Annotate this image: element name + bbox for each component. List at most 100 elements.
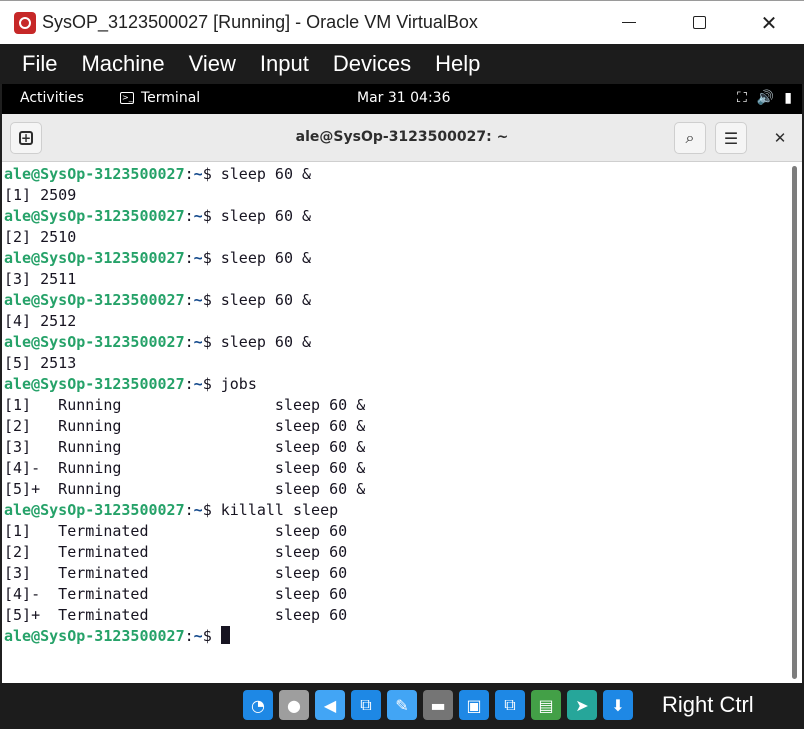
- command-text: killall sleep: [220, 501, 339, 519]
- clock[interactable]: Mar 31 04:36: [357, 90, 450, 106]
- output-line: [2] 2510: [4, 228, 77, 246]
- close-icon: ✕: [760, 10, 778, 35]
- output-line: [4] 2512: [4, 312, 77, 330]
- prompt-path: ~: [193, 165, 203, 183]
- output-line: [3] Terminated sleep 60: [4, 564, 348, 582]
- command-text: sleep 60 &: [220, 249, 312, 267]
- text-cursor: [220, 626, 230, 644]
- mouse-integration-icon[interactable]: ➤: [567, 690, 597, 720]
- prompt-separator: :: [184, 249, 194, 267]
- network-icon: ⛶: [737, 90, 747, 106]
- hamburger-icon: ☰: [723, 128, 739, 148]
- cpu-icon[interactable]: ▤: [531, 690, 561, 720]
- prompt-user: ale@SysOp-3123500027: [4, 291, 185, 309]
- prompt-symbol: $: [202, 249, 221, 267]
- system-tray[interactable]: ⛶ 🔊 ▮: [737, 90, 792, 106]
- minimize-icon: [622, 22, 636, 23]
- output-line: [4]- Terminated sleep 60: [4, 585, 348, 603]
- maximize-icon: [692, 16, 706, 29]
- hard-disk-icon[interactable]: ◔: [243, 690, 273, 720]
- prompt-line: ale@SysOp-3123500027:~$ sleep 60 &: [4, 332, 788, 353]
- prompt-separator: :: [184, 501, 194, 519]
- prompt-symbol: $: [202, 207, 221, 225]
- prompt-separator: :: [184, 333, 194, 351]
- menu-input[interactable]: Input: [248, 51, 321, 77]
- prompt-path: ~: [193, 501, 203, 519]
- prompt-separator: :: [184, 165, 194, 183]
- prompt-line: ale@SysOp-3123500027:~$: [4, 626, 788, 647]
- battery-icon: ▮: [784, 90, 792, 106]
- prompt-user: ale@SysOp-3123500027: [4, 249, 185, 267]
- minimize-button[interactable]: [594, 1, 664, 45]
- scrollbar-thumb[interactable]: [792, 166, 797, 679]
- prompt-user: ale@SysOp-3123500027: [4, 333, 185, 351]
- prompt-symbol: $: [202, 501, 221, 519]
- menu-file[interactable]: File: [10, 51, 69, 77]
- close-icon: ✕: [773, 129, 787, 147]
- output-line: [1] Running sleep 60 &: [4, 396, 366, 414]
- keyboard-icon[interactable]: ⬇: [603, 690, 633, 720]
- prompt-symbol: $: [202, 375, 221, 393]
- usb-icon[interactable]: ✎: [387, 690, 417, 720]
- window-title: SysOP_3123500027 [Running] - Oracle VM V…: [42, 12, 478, 32]
- menu-machine[interactable]: Machine: [69, 51, 176, 77]
- output-line: [1] 2509: [4, 186, 77, 204]
- command-text: sleep 60 &: [220, 165, 312, 183]
- network-icon[interactable]: ⧉: [351, 690, 381, 720]
- video-capture-icon[interactable]: ⧉: [495, 690, 525, 720]
- prompt-separator: :: [184, 375, 194, 393]
- prompt-path: ~: [193, 249, 203, 267]
- prompt-symbol: $: [202, 627, 221, 645]
- prompt-path: ~: [193, 375, 203, 393]
- terminal-header-bar: + ale@SysOp-3123500027: ~ ⌕ ☰ ✕: [2, 114, 802, 162]
- command-text: sleep 60 &: [220, 333, 312, 351]
- virtualbox-status-bar: ◔ ● ◀ ⧉ ✎ ▬ ▣ ⧉ ▤ ➤ ⬇ Right Ctrl: [0, 683, 804, 729]
- app-menu-terminal[interactable]: >_ Terminal: [120, 90, 200, 106]
- search-button[interactable]: ⌕: [674, 122, 706, 154]
- prompt-separator: :: [184, 627, 194, 645]
- terminal-output[interactable]: ale@SysOp-3123500027:~$ sleep 60 & [1] 25…: [2, 162, 788, 683]
- prompt-line: ale@SysOp-3123500027:~$ killall sleep: [4, 500, 788, 521]
- command-text: sleep 60 &: [220, 207, 312, 225]
- prompt-path: ~: [193, 627, 203, 645]
- optical-drive-icon[interactable]: ●: [279, 690, 309, 720]
- menu-help[interactable]: Help: [423, 51, 492, 77]
- terminal-scrollbar[interactable]: [788, 162, 802, 683]
- virtualbox-app-icon: [14, 11, 36, 34]
- prompt-line: ale@SysOp-3123500027:~$ sleep 60 &: [4, 248, 788, 269]
- menu-devices[interactable]: Devices: [321, 51, 423, 77]
- gnome-top-bar: Activities >_ Terminal Mar 31 04:36 ⛶ 🔊 …: [2, 84, 802, 114]
- output-line: [3] Running sleep 60 &: [4, 438, 366, 456]
- virtualbox-menu-bar: File Machine View Input Devices Help: [0, 44, 804, 84]
- app-menu-label: Terminal: [141, 90, 201, 106]
- volume-icon: 🔊: [756, 90, 775, 106]
- output-line: [2] Running sleep 60 &: [4, 417, 366, 435]
- shared-folders-icon[interactable]: ▬: [423, 690, 453, 720]
- command-text: jobs: [220, 375, 257, 393]
- output-line: [4]- Running sleep 60 &: [4, 459, 366, 477]
- prompt-line: ale@SysOp-3123500027:~$ jobs: [4, 374, 788, 395]
- prompt-symbol: $: [202, 291, 221, 309]
- prompt-user: ale@SysOp-3123500027: [4, 207, 185, 225]
- output-line: [5]+ Running sleep 60 &: [4, 480, 366, 498]
- terminal-close-button[interactable]: ✕: [764, 122, 796, 154]
- prompt-line: ale@SysOp-3123500027:~$ sleep 60 &: [4, 164, 788, 185]
- output-line: [3] 2511: [4, 270, 77, 288]
- output-line: [1] Terminated sleep 60: [4, 522, 348, 540]
- close-button[interactable]: ✕: [734, 1, 804, 45]
- maximize-button[interactable]: [664, 1, 734, 45]
- prompt-path: ~: [193, 207, 203, 225]
- activities-button[interactable]: Activities: [20, 90, 84, 106]
- prompt-line: ale@SysOp-3123500027:~$ sleep 60 &: [4, 206, 788, 227]
- prompt-user: ale@SysOp-3123500027: [4, 627, 185, 645]
- window-titlebar: SysOP_3123500027 [Running] - Oracle VM V…: [0, 0, 804, 44]
- menu-view[interactable]: View: [177, 51, 248, 77]
- status-icons: ◔ ● ◀ ⧉ ✎ ▬ ▣ ⧉ ▤ ➤ ⬇: [243, 690, 633, 720]
- prompt-user: ale@SysOp-3123500027: [4, 501, 185, 519]
- prompt-separator: :: [184, 291, 194, 309]
- prompt-symbol: $: [202, 333, 221, 351]
- search-icon: ⌕: [685, 128, 695, 147]
- hamburger-menu-button[interactable]: ☰: [715, 122, 747, 154]
- audio-icon[interactable]: ◀: [315, 690, 345, 720]
- display-icon[interactable]: ▣: [459, 690, 489, 720]
